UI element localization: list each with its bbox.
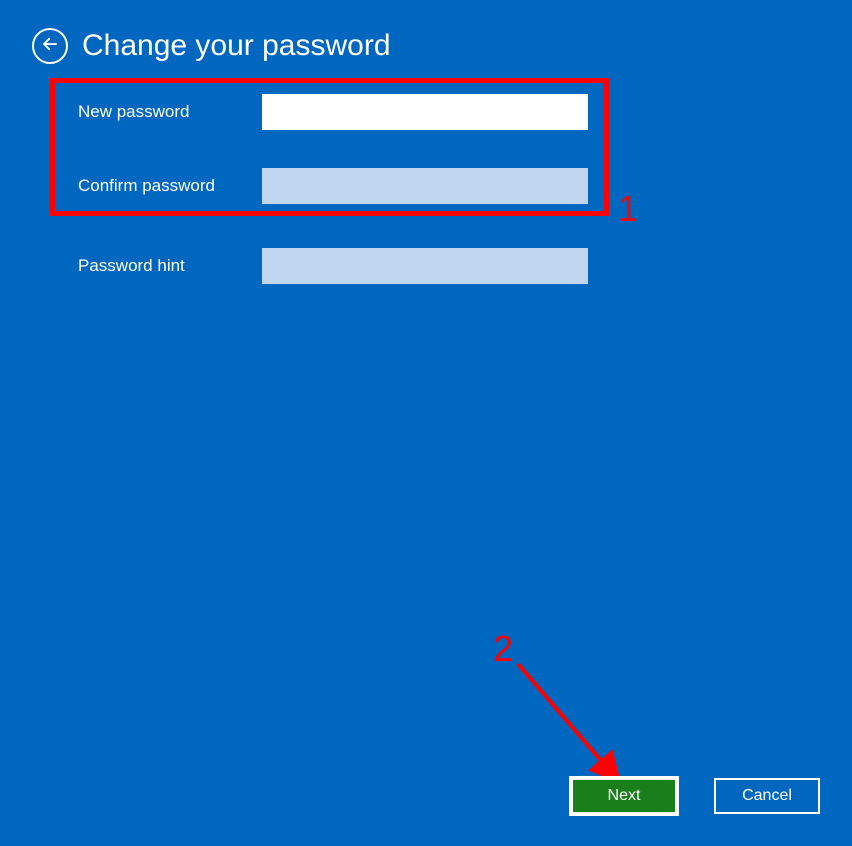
confirm-password-input[interactable] — [262, 168, 588, 204]
confirm-password-label: Confirm password — [78, 176, 262, 196]
arrow-left-icon — [41, 35, 59, 58]
page-title: Change your password — [82, 29, 391, 63]
next-button[interactable]: Next — [571, 778, 677, 814]
password-hint-input[interactable] — [262, 248, 588, 284]
new-password-label: New password — [78, 102, 262, 122]
annotation-label-2: 2 — [493, 628, 513, 670]
annotation-label-1: 1 — [618, 188, 638, 230]
cancel-button[interactable]: Cancel — [714, 778, 820, 814]
password-hint-label: Password hint — [78, 256, 262, 276]
back-button[interactable] — [32, 28, 68, 64]
new-password-input[interactable] — [262, 94, 588, 130]
